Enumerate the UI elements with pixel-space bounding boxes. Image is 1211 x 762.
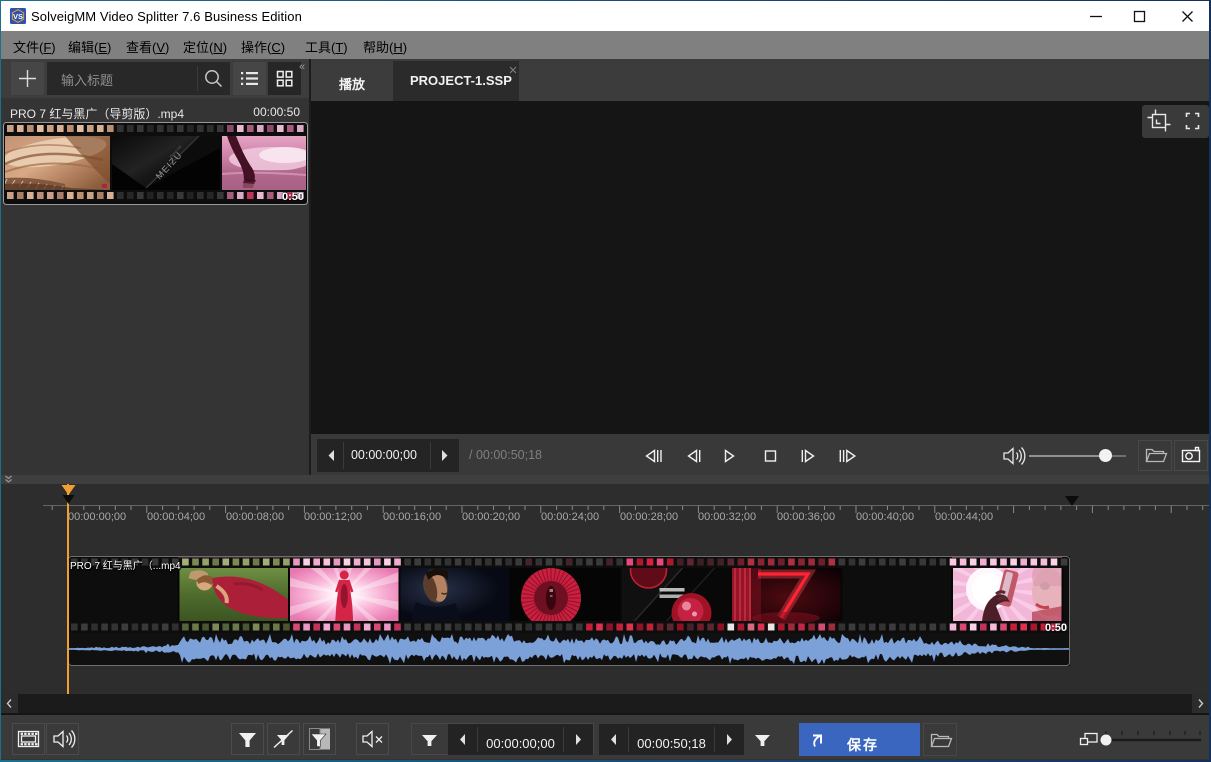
svg-text:VS: VS xyxy=(13,12,23,21)
